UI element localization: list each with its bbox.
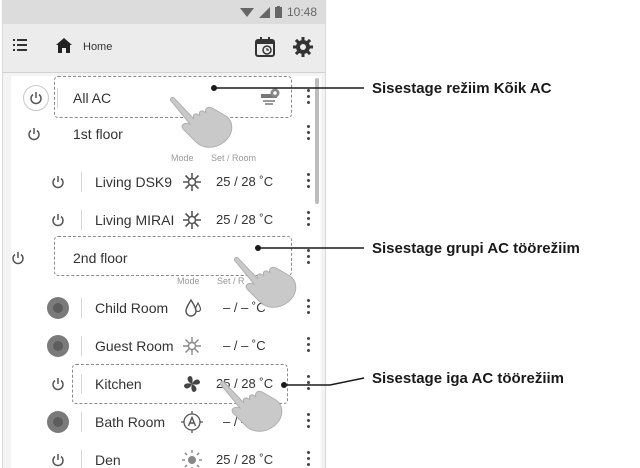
callout-each: Sisestage iga AC töörežiim (372, 370, 564, 387)
callout-all-ac: Sisestage režiim Kõik AC (372, 80, 552, 97)
callout-lines (211, 85, 365, 388)
callout-group: Sisestage grupi AC töörežiim (372, 240, 580, 257)
